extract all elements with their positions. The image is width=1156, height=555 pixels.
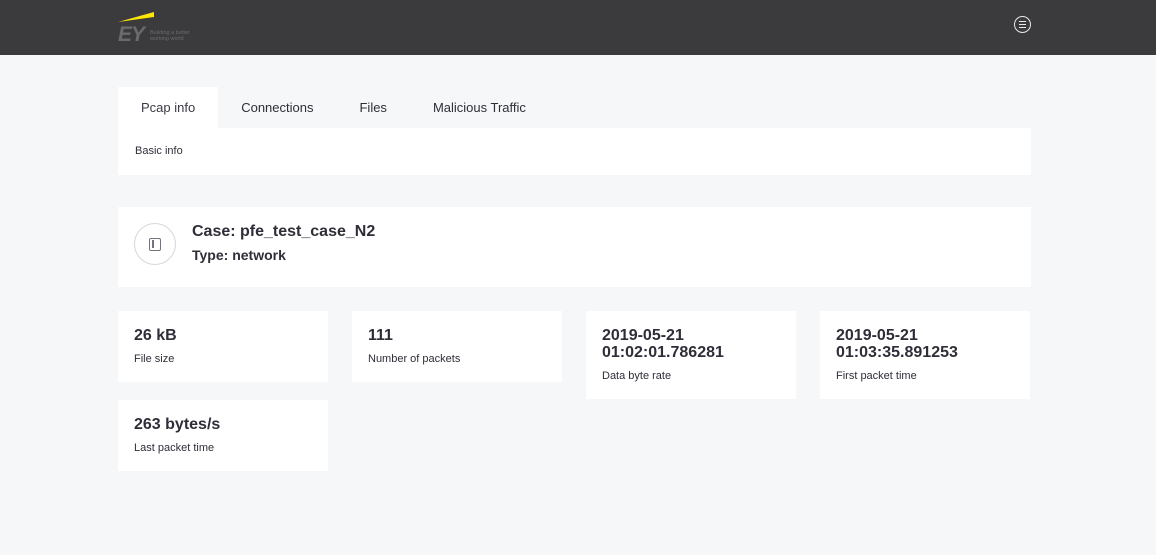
stat-card-last-packet-time: 263 bytes/s Last packet time	[118, 400, 328, 471]
stat-value: 2019-05-21 01:02:01.786281	[602, 327, 724, 361]
logo-tagline: Building a better working world	[150, 30, 190, 42]
stat-caption: First packet time	[836, 370, 917, 382]
stat-caption: File size	[134, 353, 175, 365]
stat-caption: Last packet time	[134, 442, 215, 454]
stat-value: 263 bytes/s	[134, 416, 221, 433]
top-bar: EY Building a better working world	[0, 0, 1156, 55]
logo-mark: EY	[118, 23, 145, 46]
stat-card-first-packet-time: 2019-05-21 01:03:35.891253 First packet …	[820, 311, 1030, 399]
stat-value: 26 kB	[134, 327, 177, 344]
stat-caption: Data byte rate	[602, 370, 672, 382]
basic-info-label: Basic info	[135, 145, 183, 157]
menu-icon[interactable]	[1014, 16, 1031, 33]
tab-connections[interactable]: Connections	[218, 87, 336, 128]
stat-caption: Number of packets	[368, 353, 461, 365]
stat-card-file-size: 26 kB File size	[118, 311, 328, 382]
ey-logo[interactable]: EY Building a better working world	[118, 10, 202, 46]
tab-bar: Pcap info Connections Files Malicious Tr…	[118, 87, 549, 128]
case-title: Case: pfe_test_case_N2	[192, 223, 376, 240]
device-icon	[134, 223, 176, 265]
stat-card-data-byte-rate: 2019-05-21 01:02:01.786281 Data byte rat…	[586, 311, 796, 399]
tab-files[interactable]: Files	[336, 87, 409, 128]
case-type: Type: network	[192, 247, 286, 263]
basic-info-panel: Basic info	[118, 128, 1031, 175]
case-card: Case: pfe_test_case_N2 Type: network	[118, 207, 1031, 287]
stat-value: 2019-05-21 01:03:35.891253	[836, 327, 958, 361]
tab-pcap-info[interactable]: Pcap info	[118, 87, 219, 128]
stat-card-number-of-packets: 111 Number of packets	[352, 311, 562, 382]
stat-value: 111	[368, 327, 393, 344]
tab-malicious-traffic[interactable]: Malicious Traffic	[410, 87, 549, 128]
